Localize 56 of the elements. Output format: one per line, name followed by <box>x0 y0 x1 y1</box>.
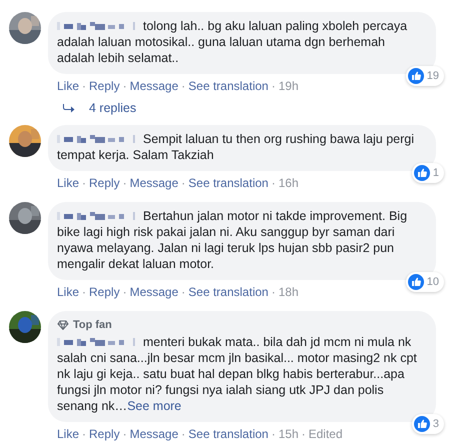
thumbs-up-icon <box>414 165 430 181</box>
top-fan-label: Top fan <box>73 318 112 333</box>
comment-text: menteri bukak mata.. bila dah jd mcm ni mula nk salah cni sana...jln besar mcm jln basikal... motor masing2 nk cpt nk laju gi keja.. satu buat hal depan blkg habis berterabur...apa fungsi jln motor ni? fungsi nya ialah siang utk JPJ dan polis senang nk…See more <box>57 334 419 414</box>
action-link[interactable]: See translation <box>188 79 268 93</box>
action-link[interactable]: Like <box>57 285 80 299</box>
separator-dot: · <box>271 176 276 190</box>
timestamp: 16h <box>278 176 298 190</box>
action-link[interactable]: Reply <box>89 427 120 441</box>
see-more-link[interactable]: See more <box>127 399 182 413</box>
edited-label: Edited <box>308 427 343 441</box>
timestamp: 19h <box>278 79 298 93</box>
separator-dot: · <box>181 427 186 441</box>
replies-link[interactable]: 4 replies <box>89 101 136 115</box>
separator-dot: · <box>271 79 276 93</box>
reply-arrow-icon <box>63 103 75 113</box>
reaction-badge[interactable]: 1 <box>412 163 444 183</box>
reaction-count: 10 <box>426 275 439 290</box>
separator-dot: · <box>122 79 127 93</box>
action-link[interactable]: Like <box>57 427 80 441</box>
timestamp: 18h <box>278 285 298 299</box>
action-link[interactable]: Reply <box>89 285 120 299</box>
action-link[interactable]: See translation <box>188 427 268 441</box>
diamond-icon <box>57 320 69 330</box>
action-link[interactable]: Like <box>57 79 80 93</box>
separator-dot: · <box>82 176 86 190</box>
thumbs-up-icon <box>408 68 424 84</box>
action-link[interactable]: See translation <box>188 176 268 190</box>
reaction-badge[interactable]: 19 <box>406 66 444 86</box>
action-link[interactable]: Message <box>130 176 178 190</box>
separator-dot: · <box>122 176 127 190</box>
action-link[interactable]: See translation <box>188 285 268 299</box>
action-link[interactable]: Message <box>130 427 178 441</box>
separator-dot: · <box>82 427 86 441</box>
separator-dot: · <box>181 285 186 299</box>
separator-dot: · <box>181 79 186 93</box>
action-link[interactable]: Like <box>57 176 80 190</box>
separator-dot: · <box>181 176 186 190</box>
action-link[interactable]: Reply <box>89 176 120 190</box>
action-link[interactable]: Message <box>130 285 178 299</box>
reaction-count: 19 <box>426 69 439 84</box>
separator-dot: · <box>302 427 306 441</box>
reaction-badge[interactable]: 3 <box>412 414 444 434</box>
reaction-badge[interactable]: 10 <box>406 272 444 292</box>
separator-dot: · <box>271 427 276 441</box>
reaction-count: 3 <box>432 417 439 432</box>
reaction-count: 1 <box>432 166 439 181</box>
separator-dot: · <box>271 285 276 299</box>
timestamp: 15h <box>278 427 298 441</box>
separator-dot: · <box>82 285 86 299</box>
separator-dot: · <box>122 285 127 299</box>
thumbs-up-icon <box>408 274 424 290</box>
action-link[interactable]: Reply <box>89 79 120 93</box>
action-link[interactable]: Message <box>130 79 178 93</box>
separator-dot: · <box>82 79 86 93</box>
separator-dot: · <box>122 427 127 441</box>
thumbs-up-icon <box>414 416 430 432</box>
